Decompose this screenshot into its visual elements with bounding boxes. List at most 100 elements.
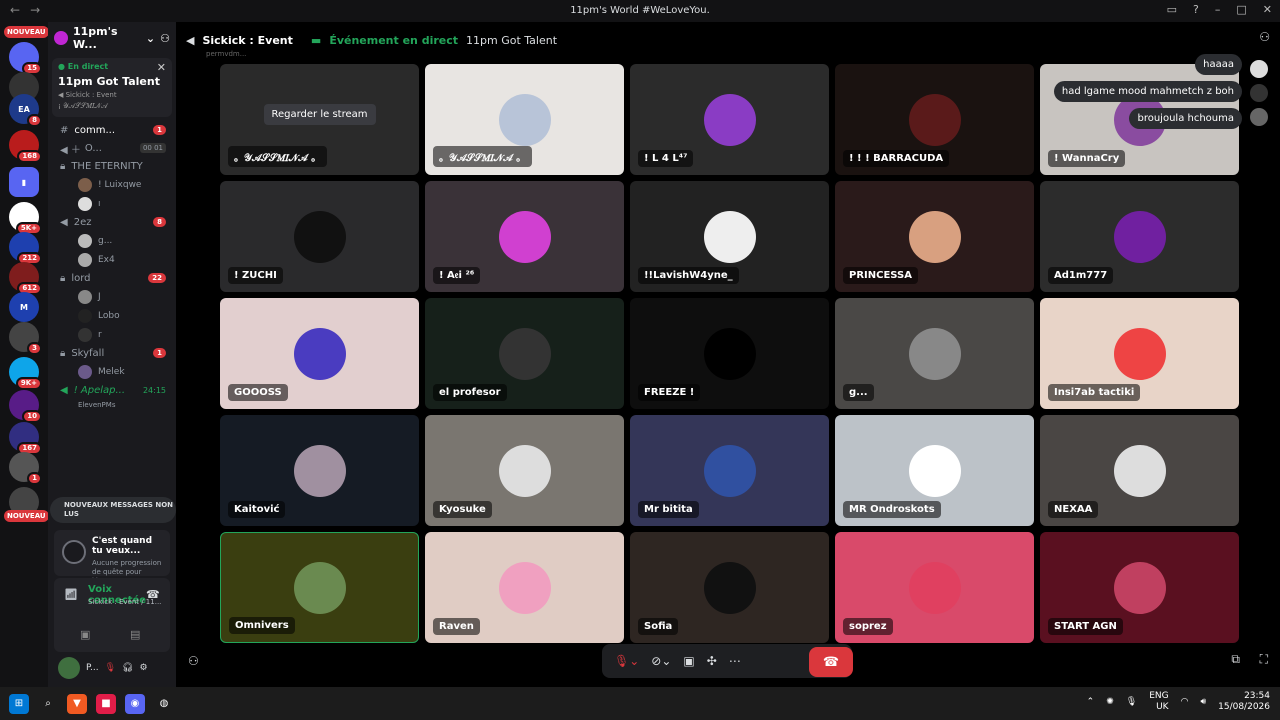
- server-icon[interactable]: 15: [9, 42, 42, 75]
- server-icon[interactable]: 1: [9, 452, 42, 485]
- participant-tile[interactable]: START AGN: [1040, 532, 1239, 643]
- server-icon[interactable]: M: [9, 292, 39, 322]
- participant-tile[interactable]: Mr bitita: [630, 415, 829, 526]
- participant-tile[interactable]: Raven: [425, 532, 624, 643]
- stream-tile[interactable]: Regarder le stream 。𝒴𝒜𝒮𝒮𝑀𝐼𝒩𝒜 。: [220, 64, 419, 175]
- avatar[interactable]: [1250, 108, 1268, 126]
- channel-item[interactable]: 🔒︎ lord 22: [48, 269, 176, 287]
- user-name[interactable]: P...: [86, 663, 99, 673]
- participant-tile[interactable]: FREEZE !: [630, 298, 829, 409]
- server-icon[interactable]: 612: [9, 262, 42, 295]
- screenshare-icon[interactable]: ▤: [130, 628, 140, 641]
- participant-tile[interactable]: ! L 4 L⁴⁷: [630, 64, 829, 175]
- network-icon[interactable]: ✺: [1106, 697, 1114, 707]
- participant-tile[interactable]: soprez: [835, 532, 1034, 643]
- participant-tile[interactable]: el profesor: [425, 298, 624, 409]
- mic-muted-icon[interactable]: 🎙︎: [105, 663, 116, 673]
- discord-icon[interactable]: ◉: [125, 693, 145, 714]
- participant-tile[interactable]: !!LavishW4yne_: [630, 181, 829, 292]
- popout-icon[interactable]: ⧉: [1231, 652, 1240, 667]
- event-label[interactable]: Événement en direct: [329, 34, 458, 47]
- add-person-icon[interactable]: ⚇: [160, 32, 170, 45]
- server-icon[interactable]: 5K+: [9, 202, 42, 235]
- clock[interactable]: 23:54 15/08/2026: [1218, 691, 1270, 713]
- voice-user[interactable]: g...: [48, 231, 176, 250]
- camera-off-icon[interactable]: ⊘⌄: [651, 654, 671, 668]
- live-event-card[interactable]: ● En direct ✕ 11pm Got Talent ◀ Sickick …: [52, 58, 172, 117]
- participant-tile[interactable]: Ad1m777: [1040, 181, 1239, 292]
- participant-tile[interactable]: Kaitović: [220, 415, 419, 526]
- voice-user[interactable]: r: [48, 325, 176, 344]
- participant-tile[interactable]: ! ! ! BARRACUDA: [835, 64, 1034, 175]
- participant-tile[interactable]: 。𝒴𝒜𝒮𝒮𝑀𝐼𝒩𝒜 。: [425, 64, 624, 175]
- chevron-up-icon[interactable]: ⌃: [1087, 697, 1095, 707]
- participant-tile[interactable]: Sofia: [630, 532, 829, 643]
- new-messages-pill[interactable]: NOUVEAUX MESSAGES NON LUS: [50, 497, 176, 523]
- help-icon[interactable]: ?: [1193, 3, 1199, 16]
- maximize-button[interactable]: □: [1236, 3, 1246, 16]
- participant-tile[interactable]: PRINCESSA: [835, 181, 1034, 292]
- screenshare-icon[interactable]: ▣: [683, 654, 694, 668]
- close-icon[interactable]: ✕: [157, 61, 166, 74]
- folder-icon[interactable]: ▮: [9, 167, 39, 197]
- minimize-button[interactable]: –: [1215, 3, 1221, 16]
- disconnect-icon[interactable]: ☎: [146, 588, 160, 601]
- avatar[interactable]: [1250, 60, 1268, 78]
- more-icon[interactable]: ⋯: [729, 654, 741, 668]
- channel-item[interactable]: ◀! Apelap... 24:15: [48, 381, 176, 399]
- mic-muted-icon[interactable]: 🎙︎⌄: [614, 654, 639, 668]
- participant-tile[interactable]: MR Ondroskots: [835, 415, 1034, 526]
- channel-item[interactable]: ◀ 2ez 8: [48, 213, 176, 231]
- server-icon[interactable]: 10: [9, 390, 42, 423]
- disconnect-button[interactable]: ☎: [809, 647, 853, 677]
- participant-tile[interactable]: NEXAA: [1040, 415, 1239, 526]
- voice-user[interactable]: J: [48, 287, 176, 306]
- new-badge[interactable]: NOUVEAU: [4, 26, 48, 38]
- channel-item[interactable]: 🔒︎ THE ETERNITY: [48, 157, 176, 175]
- server-icon[interactable]: 212: [9, 232, 42, 265]
- wifi-icon[interactable]: ◠: [1181, 697, 1189, 707]
- participant-tile[interactable]: ! ZUCHI: [220, 181, 419, 292]
- camera-icon[interactable]: ▣: [80, 628, 90, 641]
- app-icon[interactable]: ■: [96, 693, 116, 714]
- participant-tile[interactable]: Kyosuke: [425, 415, 624, 526]
- participant-tile[interactable]: Omnivers: [220, 532, 419, 643]
- server-icon[interactable]: 168: [9, 130, 42, 163]
- voice-user[interactable]: ! Luixqwe: [48, 175, 176, 194]
- activities-icon[interactable]: ✣: [707, 654, 717, 668]
- channel-item[interactable]: 🔒︎ Skyfall 1: [48, 344, 176, 362]
- new-badge[interactable]: NOUVEAU: [4, 510, 48, 522]
- server-icon[interactable]: 9K+: [9, 357, 42, 390]
- server-icon[interactable]: 167: [9, 422, 42, 455]
- voice-user[interactable]: ı: [48, 194, 176, 213]
- participant-tile[interactable]: ! A𝔢i ²⁶: [425, 181, 624, 292]
- avatar[interactable]: [1250, 84, 1268, 102]
- channel-item[interactable]: # comm... 1: [48, 121, 176, 139]
- server-icon[interactable]: EA 8: [9, 94, 42, 127]
- participant-tile[interactable]: GOOOSS: [220, 298, 419, 409]
- search-icon[interactable]: ⌕: [38, 694, 58, 714]
- brave-icon[interactable]: ▼: [67, 693, 87, 714]
- channel-item[interactable]: ◀ ＋ O... 00 01: [48, 139, 176, 157]
- server-icon[interactable]: 3: [9, 322, 42, 355]
- participant-tile[interactable]: g...: [835, 298, 1034, 409]
- voice-user[interactable]: Melek: [48, 362, 176, 381]
- volume-icon[interactable]: 🔊︎: [1200, 697, 1206, 707]
- mic-icon[interactable]: 🎙︎: [1126, 697, 1137, 707]
- members-icon[interactable]: ⚇: [1259, 30, 1270, 44]
- quest-card[interactable]: C'est quand tu veux... Aucune progressio…: [54, 530, 170, 585]
- server-header[interactable]: 11pm's W... ⌄ ⚇: [48, 22, 176, 54]
- headphones-icon[interactable]: 🎧︎: [122, 663, 133, 673]
- inbox-icon[interactable]: ▭: [1167, 3, 1177, 16]
- voice-user[interactable]: Ex4: [48, 250, 176, 269]
- close-button[interactable]: ✕: [1263, 3, 1272, 16]
- add-user-icon[interactable]: ⚇: [188, 654, 199, 668]
- app-icon[interactable]: ◍: [154, 694, 174, 714]
- voice-user[interactable]: Lobo: [48, 306, 176, 325]
- start-icon[interactable]: ⊞: [9, 693, 29, 714]
- avatar[interactable]: [58, 656, 80, 679]
- gear-icon[interactable]: ⚙: [139, 663, 147, 673]
- participant-tile[interactable]: Insi7ab tactiki: [1040, 298, 1239, 409]
- watch-stream-button[interactable]: Regarder le stream: [263, 104, 376, 125]
- fullscreen-icon[interactable]: ⛶: [1260, 652, 1268, 667]
